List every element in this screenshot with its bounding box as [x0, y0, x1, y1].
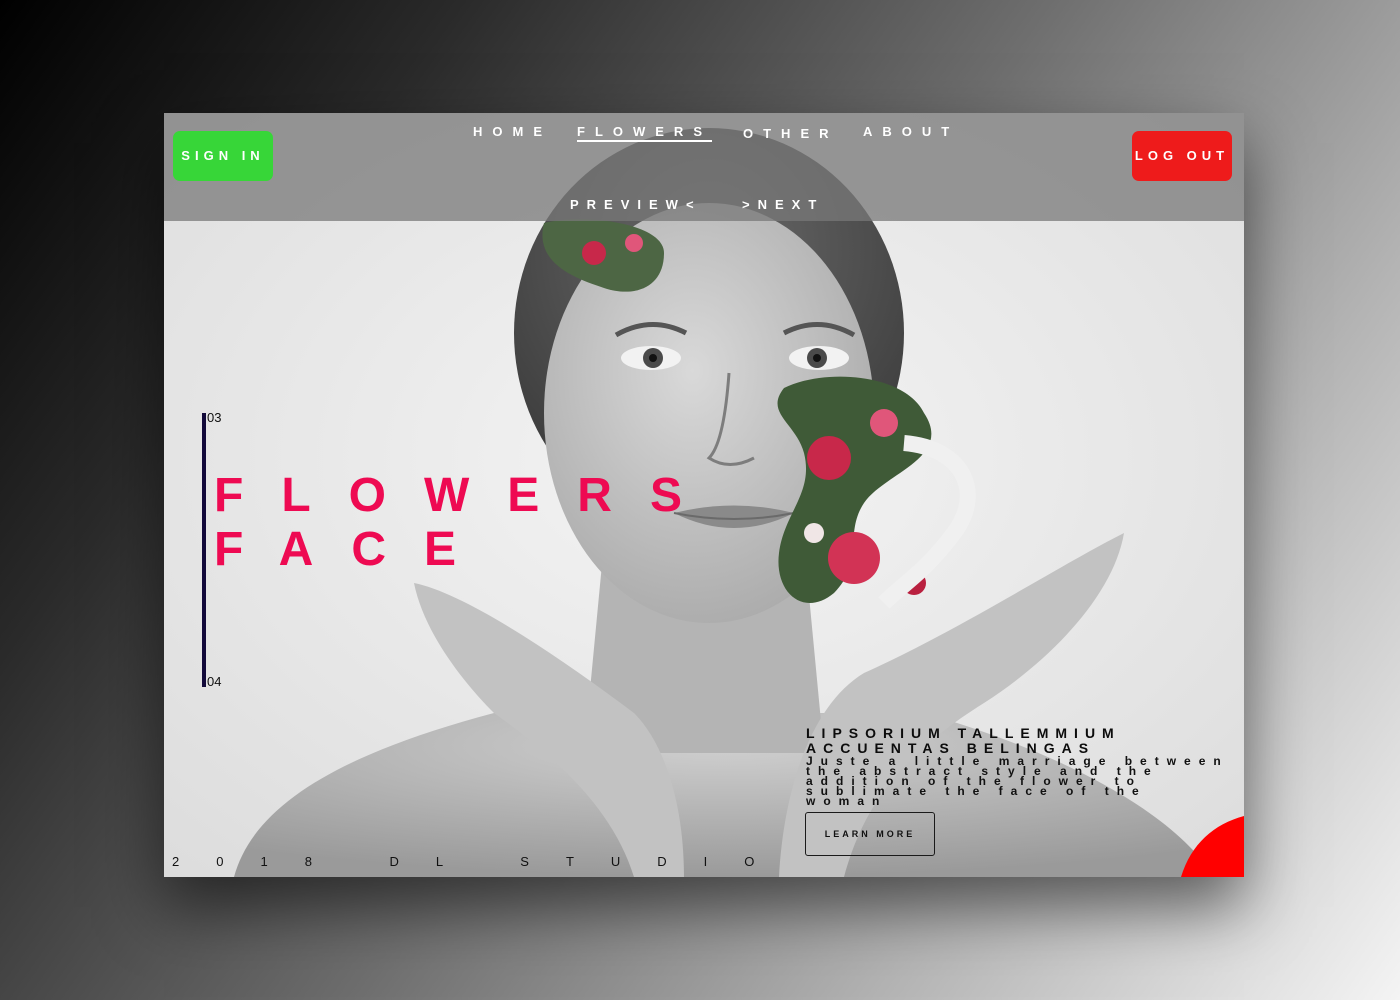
- landing-page-frame: SIGN IN HOME FLOWERS OTHER ABOUT PREVIEW…: [164, 113, 1244, 877]
- hero-title-line-1: FLOWERS: [214, 469, 720, 522]
- slide-progress-bar: [202, 413, 206, 687]
- red-quarter-circle-icon: [1181, 816, 1244, 877]
- nav-link-flowers[interactable]: FLOWERS: [577, 124, 712, 142]
- log-out-button[interactable]: LOG OUT: [1132, 131, 1232, 181]
- slide-index-current: 03: [207, 410, 222, 425]
- pager-next-link[interactable]: >NEXT: [742, 197, 824, 212]
- sign-in-button[interactable]: SIGN IN: [173, 131, 273, 181]
- learn-more-button[interactable]: LEARN MORE: [805, 812, 935, 856]
- footer-credit: 2018 DL STUDIO: [172, 854, 792, 869]
- hero-title-line-2: FACE: [214, 523, 495, 576]
- promo-heading: LIPSORIUM TALLEMMIUM ACCUENTAS BELINGAS: [806, 725, 1121, 756]
- promo-description: Juste a little marriage between the abst…: [806, 754, 1229, 808]
- top-navigation-bar: SIGN IN HOME FLOWERS OTHER ABOUT PREVIEW…: [164, 113, 1244, 221]
- slide-index-next: 04: [207, 674, 222, 689]
- nav-link-about[interactable]: ABOUT: [863, 124, 959, 139]
- pager-prev-link[interactable]: PREVIEW<: [570, 197, 702, 212]
- nav-link-other[interactable]: OTHER: [743, 126, 839, 141]
- nav-link-home[interactable]: HOME: [473, 124, 552, 139]
